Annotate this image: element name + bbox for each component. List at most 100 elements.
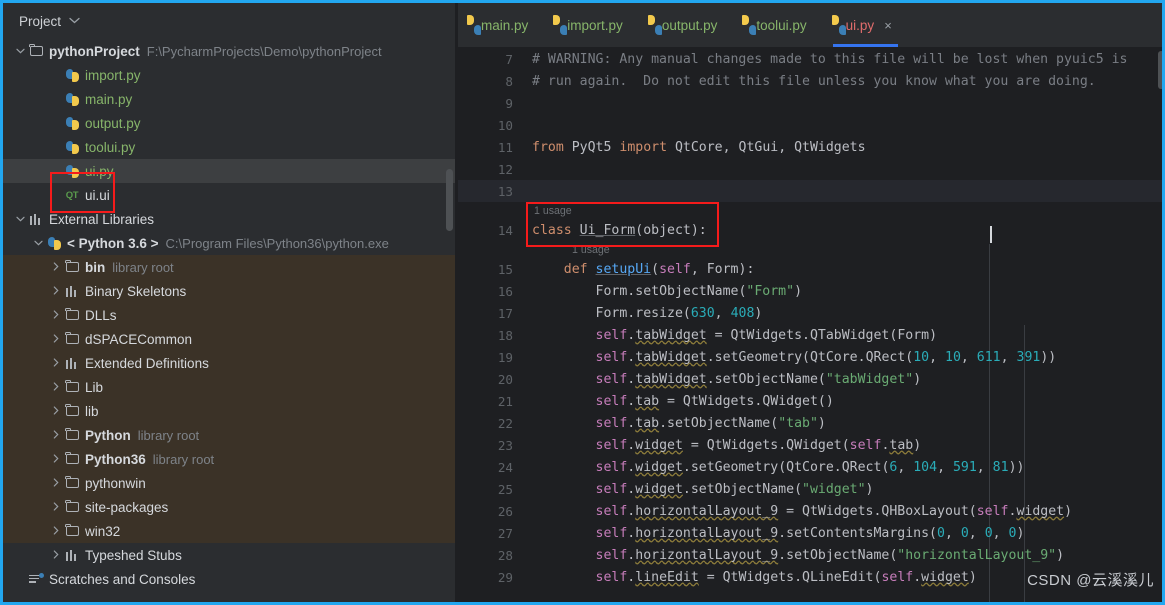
code-line[interactable]: 26 self.horizontalLayout_9 = QtWidgets.Q… xyxy=(458,500,1162,522)
chevron-right-icon[interactable] xyxy=(49,357,63,369)
code-line[interactable]: 8 # run again. Do not edit this file unle… xyxy=(458,70,1162,92)
usage-hint[interactable]: 1 usage xyxy=(458,202,1162,219)
code-line[interactable]: 20 self.tabWidget.setObjectName("tabWidg… xyxy=(458,368,1162,390)
tree-item-dspacecommon[interactable]: dSPACECommon xyxy=(3,327,455,351)
line-number[interactable]: 13 xyxy=(458,184,524,199)
chevron-down-icon[interactable] xyxy=(13,215,27,224)
line-number[interactable]: 20 xyxy=(458,372,524,387)
project-tree[interactable]: pythonProject F:\PycharmProjects\Demo\pyt… xyxy=(3,39,455,591)
line-number[interactable]: 18 xyxy=(458,328,524,343)
line-number[interactable]: 22 xyxy=(458,416,524,431)
tree-item-python36[interactable]: Python36 library root xyxy=(3,447,455,471)
tree-item-lib[interactable]: Lib xyxy=(3,375,455,399)
chevron-down-icon[interactable] xyxy=(13,47,27,56)
code-editor-content[interactable]: 7 # WARNING: Any manual changes made to t… xyxy=(458,48,1162,602)
line-number[interactable]: 17 xyxy=(458,306,524,321)
tree-item-lib[interactable]: lib xyxy=(3,399,455,423)
code-line[interactable]: 27 self.horizontalLayout_9.setContentsMa… xyxy=(458,522,1162,544)
line-number[interactable]: 26 xyxy=(458,504,524,519)
tree-item-bin[interactable]: bin library root xyxy=(3,255,455,279)
tree-item-extended-definitions[interactable]: Extended Definitions xyxy=(3,351,455,375)
chevron-right-icon[interactable] xyxy=(49,501,63,513)
code-line[interactable]: 24 self.widget.setGeometry(QtCore.QRect(… xyxy=(458,456,1162,478)
line-number[interactable]: 25 xyxy=(458,482,524,497)
tree-item-toolui-py[interactable]: toolui.py xyxy=(3,135,455,159)
chevron-right-icon[interactable] xyxy=(49,453,63,465)
code-line[interactable]: 11 from PyQt5 import QtCore, QtGui, QtWid… xyxy=(458,136,1162,158)
code-line[interactable]: 25 self.widget.setObjectName("widget") xyxy=(458,478,1162,500)
line-number[interactable]: 14 xyxy=(458,223,524,238)
editor-tab-main-py[interactable]: main.py xyxy=(458,3,544,47)
line-number[interactable]: 11 xyxy=(458,140,524,155)
chevron-right-icon[interactable] xyxy=(49,549,63,561)
line-number[interactable]: 15 xyxy=(458,262,524,277)
code-line[interactable]: 10 xyxy=(458,114,1162,136)
tree-item-typeshed-stubs[interactable]: Typeshed Stubs xyxy=(3,543,455,567)
line-number[interactable]: 7 xyxy=(458,52,524,67)
chevron-right-icon[interactable] xyxy=(49,333,63,345)
code-line[interactable]: 9 xyxy=(458,92,1162,114)
chevron-down-icon[interactable] xyxy=(69,17,80,27)
tree-item-pythonwin[interactable]: pythonwin xyxy=(3,471,455,495)
project-tool-window-header[interactable]: Project xyxy=(3,3,455,39)
line-number[interactable]: 24 xyxy=(458,460,524,475)
code-line[interactable]: 15 def setupUi(self, Form): xyxy=(458,258,1162,280)
chevron-down-icon[interactable] xyxy=(31,239,45,248)
tree-item-python-3-6[interactable]: < Python 3.6 > C:\Program Files\Python36\… xyxy=(3,231,455,255)
tree-item-import-py[interactable]: import.py xyxy=(3,63,455,87)
chevron-right-icon[interactable] xyxy=(49,381,63,393)
line-number[interactable]: 28 xyxy=(458,548,524,563)
tree-item-site-packages[interactable]: site-packages xyxy=(3,495,455,519)
tree-item-output-py[interactable]: output.py xyxy=(3,111,455,135)
chevron-right-icon[interactable] xyxy=(49,285,63,297)
line-number[interactable]: 27 xyxy=(458,526,524,541)
code-line[interactable]: 7 # WARNING: Any manual changes made to t… xyxy=(458,48,1162,70)
chevron-right-icon[interactable] xyxy=(49,405,63,417)
tree-item-ui-py[interactable]: ui.py xyxy=(3,159,455,183)
editor-tab-output-py[interactable]: output.py xyxy=(639,3,734,47)
tree-item-python[interactable]: Python library root xyxy=(3,423,455,447)
editor-tab-toolui-py[interactable]: toolui.py xyxy=(733,3,822,47)
tree-item-win32[interactable]: win32 xyxy=(3,519,455,543)
code-lines[interactable]: 7 # WARNING: Any manual changes made to t… xyxy=(458,48,1162,588)
line-number[interactable]: 10 xyxy=(458,118,524,133)
chevron-right-icon[interactable] xyxy=(49,477,63,489)
close-icon[interactable]: × xyxy=(884,18,892,33)
code-line[interactable]: 22 self.tab.setObjectName("tab") xyxy=(458,412,1162,434)
line-number[interactable]: 8 xyxy=(458,74,524,89)
chevron-right-icon[interactable] xyxy=(49,429,63,441)
line-number[interactable]: 23 xyxy=(458,438,524,453)
code-line[interactable]: 28 self.horizontalLayout_9.setObjectName… xyxy=(458,544,1162,566)
tree-item-binary-skeletons[interactable]: Binary Skeletons xyxy=(3,279,455,303)
line-number[interactable]: 21 xyxy=(458,394,524,409)
code-line[interactable]: 12 xyxy=(458,158,1162,180)
code-line[interactable]: 13 xyxy=(458,180,1162,202)
usage-hint[interactable]: 1 usage xyxy=(458,241,1162,258)
tree-item-external-libraries[interactable]: External Libraries xyxy=(3,207,455,231)
tree-item-main-py[interactable]: main.py xyxy=(3,87,455,111)
editor-tab-bar[interactable]: main.py import.py output.py toolui.py ui.py × xyxy=(458,3,1162,48)
tree-item-pythonproject[interactable]: pythonProject F:\PycharmProjects\Demo\pyt… xyxy=(3,39,455,63)
line-number[interactable]: 16 xyxy=(458,284,524,299)
code-line[interactable]: 14 class Ui_Form(object): xyxy=(458,219,1162,241)
tree-item-scratches-and-consoles[interactable]: Scratches and Consoles xyxy=(3,567,455,591)
code-line[interactable]: 17 Form.resize(630, 408) xyxy=(458,302,1162,324)
chevron-right-icon[interactable] xyxy=(49,525,63,537)
code-line[interactable]: 21 self.tab = QtWidgets.QWidget() xyxy=(458,390,1162,412)
chevron-right-icon[interactable] xyxy=(49,309,63,321)
editor-scrollbar-thumb[interactable] xyxy=(1158,51,1162,89)
line-number[interactable]: 12 xyxy=(458,162,524,177)
code-line[interactable]: 19 self.tabWidget.setGeometry(QtCore.QRe… xyxy=(458,346,1162,368)
tree-item-dlls[interactable]: DLLs xyxy=(3,303,455,327)
line-number[interactable]: 29 xyxy=(458,570,524,585)
code-line[interactable]: 16 Form.setObjectName("Form") xyxy=(458,280,1162,302)
editor-tab-import-py[interactable]: import.py xyxy=(544,3,639,47)
line-number[interactable]: 9 xyxy=(458,96,524,111)
chevron-right-icon[interactable] xyxy=(49,261,63,273)
line-number[interactable]: 19 xyxy=(458,350,524,365)
editor-tab-ui-py[interactable]: ui.py × xyxy=(823,3,908,47)
code-line[interactable]: 23 self.widget = QtWidgets.QWidget(self.… xyxy=(458,434,1162,456)
tree-item-ui-ui[interactable]: QT ui.ui xyxy=(3,183,455,207)
code-line[interactable]: 18 self.tabWidget = QtWidgets.QTabWidget… xyxy=(458,324,1162,346)
sidebar-scrollbar-thumb[interactable] xyxy=(446,169,453,231)
